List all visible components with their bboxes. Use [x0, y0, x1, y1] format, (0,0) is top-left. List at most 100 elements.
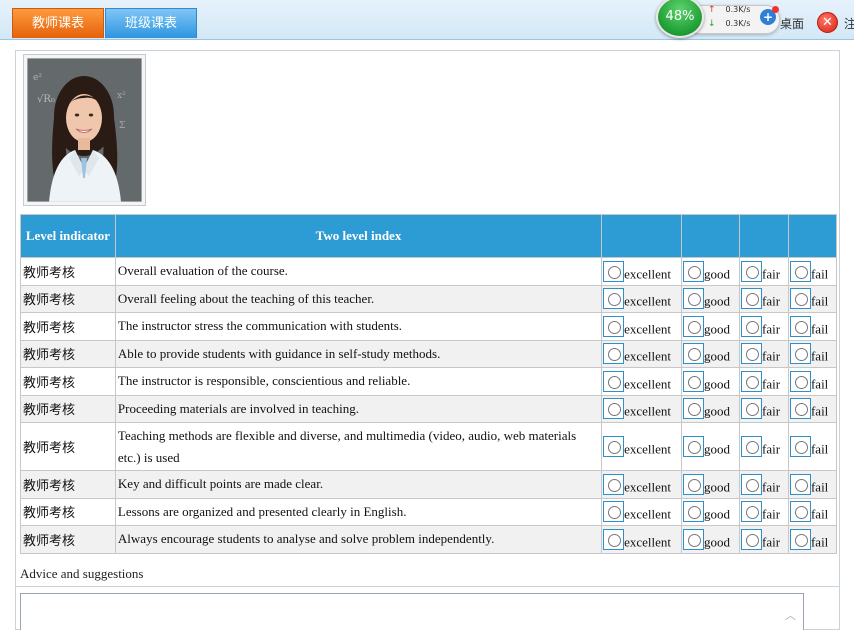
- radio-good[interactable]: [683, 435, 705, 457]
- table-row: 教师考核 Lessons are organized and presented …: [20, 497, 838, 526]
- option-label-fair: fair: [762, 265, 781, 281]
- download-arrow-icon: ↓: [708, 19, 716, 29]
- radio-fail[interactable]: [789, 370, 811, 392]
- radio-excellent[interactable]: [603, 370, 625, 392]
- option-cell-fail: fail: [787, 422, 838, 471]
- radio-fail[interactable]: [789, 528, 811, 550]
- tab-class-schedule[interactable]: 班级课表: [105, 8, 197, 38]
- radio-fair[interactable]: [741, 528, 762, 550]
- tab-teacher-schedule[interactable]: 教师课表: [12, 8, 104, 38]
- option-label-fair: fair: [762, 293, 781, 309]
- download-speed-value: 0.3K/s: [725, 19, 751, 28]
- option-label-fail: fail: [810, 293, 829, 309]
- radio-good[interactable]: [683, 315, 705, 337]
- row-category: 教师考核: [20, 422, 116, 471]
- radio-good[interactable]: [683, 370, 705, 392]
- desktop-link[interactable]: 桌面: [780, 15, 804, 32]
- radio-excellent[interactable]: [603, 343, 625, 364]
- option-label-fail: fail: [810, 478, 829, 494]
- option-label-fail: fail: [810, 506, 829, 522]
- option-label-fail: fail: [810, 533, 829, 549]
- option-cell-excellent: excellent: [601, 339, 683, 368]
- radio-fair[interactable]: [741, 288, 762, 309]
- radio-fail[interactable]: [789, 343, 811, 364]
- radio-excellent[interactable]: [603, 435, 625, 457]
- header-option-4: [787, 214, 838, 258]
- option-cell-fail: fail: [787, 312, 838, 341]
- row-category: 教师考核: [20, 284, 116, 313]
- table-row: 教师考核 Key and difficult points are made cl…: [20, 470, 838, 499]
- radio-good[interactable]: [683, 528, 705, 550]
- radio-good[interactable]: [683, 501, 705, 522]
- option-label-excellent: excellent: [624, 478, 671, 494]
- radio-excellent[interactable]: [603, 473, 625, 495]
- row-question: Teaching methods are flexible and divers…: [114, 422, 603, 471]
- option-label-fair: fair: [762, 320, 781, 336]
- radio-fail[interactable]: [789, 501, 811, 522]
- network-monitor-widget[interactable]: 48% ↑ 0.3K/s ↓ 0.3K/s +: [656, 0, 784, 38]
- option-label-fair: fair: [762, 403, 781, 419]
- radio-fair[interactable]: [741, 473, 762, 495]
- row-question: Lessons are organized and presented clea…: [114, 497, 603, 526]
- option-label-fair: fair: [762, 506, 781, 522]
- option-cell-fair: fair: [739, 422, 789, 471]
- radio-fair[interactable]: [741, 501, 762, 522]
- header-two-level-index: Two level index: [114, 214, 603, 258]
- close-icon[interactable]: ✕: [817, 12, 838, 33]
- radio-good[interactable]: [683, 260, 705, 282]
- option-label-excellent: excellent: [624, 441, 671, 457]
- radio-fair[interactable]: [741, 398, 762, 419]
- option-cell-good: good: [681, 284, 740, 313]
- radio-excellent[interactable]: [603, 501, 625, 522]
- radio-fail[interactable]: [789, 288, 811, 309]
- option-label-excellent: excellent: [624, 320, 671, 336]
- radio-fair[interactable]: [741, 343, 762, 364]
- option-label-excellent: excellent: [624, 533, 671, 549]
- option-cell-good: good: [681, 367, 740, 396]
- advice-textarea[interactable]: [20, 593, 804, 630]
- radio-excellent[interactable]: [603, 260, 625, 282]
- radio-good[interactable]: [683, 288, 705, 309]
- option-cell-excellent: excellent: [601, 312, 683, 341]
- radio-good[interactable]: [683, 343, 705, 364]
- radio-fail[interactable]: [789, 398, 811, 419]
- scroll-up-icon[interactable]: ︿: [785, 607, 799, 625]
- radio-fail[interactable]: [789, 435, 811, 457]
- radio-fair[interactable]: [741, 370, 762, 392]
- plus-icon[interactable]: +: [760, 6, 779, 25]
- option-label-good: good: [704, 293, 731, 309]
- row-category: 教师考核: [20, 394, 116, 423]
- row-question: Overall evaluation of the course.: [114, 257, 603, 286]
- option-cell-fair: fair: [739, 367, 789, 396]
- option-cell-fair: fair: [739, 394, 789, 423]
- option-cell-good: good: [681, 394, 740, 423]
- option-label-good: good: [704, 506, 731, 522]
- radio-fair[interactable]: [741, 260, 762, 282]
- radio-excellent[interactable]: [603, 288, 625, 309]
- svg-text:Σ: Σ: [119, 121, 125, 131]
- option-cell-fail: fail: [787, 497, 838, 526]
- radio-excellent[interactable]: [603, 528, 625, 550]
- row-question: Overall feeling about the teaching of th…: [114, 284, 603, 313]
- radio-fair[interactable]: [741, 435, 762, 457]
- radio-good[interactable]: [683, 473, 705, 495]
- trailing-link[interactable]: 注: [844, 15, 854, 32]
- row-category: 教师考核: [20, 525, 116, 554]
- option-label-good: good: [704, 265, 731, 281]
- radio-excellent[interactable]: [603, 315, 625, 337]
- option-label-good: good: [704, 375, 731, 391]
- option-cell-fair: fair: [739, 497, 789, 526]
- table-row: 教师考核 Overall feeling about the teaching o…: [20, 284, 838, 313]
- radio-fair[interactable]: [741, 315, 762, 337]
- row-question: Always encourage students to analyse and…: [114, 525, 603, 554]
- option-cell-excellent: excellent: [601, 367, 683, 396]
- radio-good[interactable]: [683, 398, 705, 419]
- radio-excellent[interactable]: [603, 398, 625, 419]
- option-cell-fair: fair: [739, 257, 789, 286]
- radio-fail[interactable]: [789, 260, 811, 282]
- advice-label: Advice and suggestions: [20, 566, 144, 581]
- radio-fail[interactable]: [789, 473, 811, 495]
- radio-fail[interactable]: [789, 315, 811, 337]
- evaluation-table: Level indicator Two level index 教师考核 Over…: [20, 214, 838, 554]
- table-row: 教师考核 Always encourage students to analyse…: [20, 525, 838, 554]
